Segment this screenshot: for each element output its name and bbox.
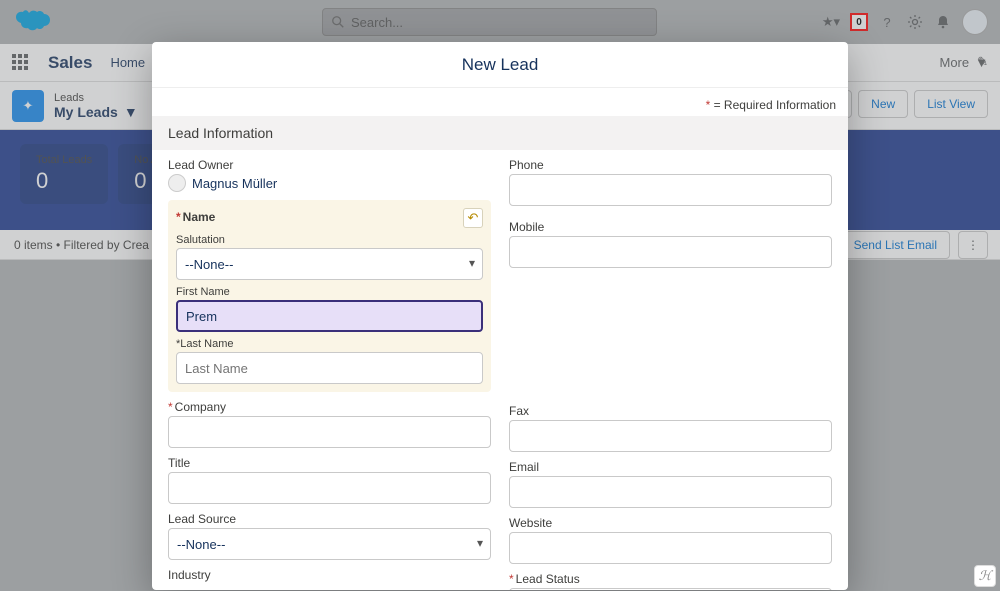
email-input[interactable] <box>509 476 832 508</box>
first-name-input[interactable] <box>176 300 483 332</box>
corner-widget-icon[interactable]: ℋ <box>974 565 996 587</box>
industry-label: Industry <box>168 568 491 582</box>
lead-owner-label: Lead Owner <box>168 158 491 172</box>
undo-name-icon[interactable]: ↶ <box>463 208 483 228</box>
email-label: Email <box>509 460 832 474</box>
title-input[interactable] <box>168 472 491 504</box>
title-label: Title <box>168 456 491 470</box>
salutation-select[interactable]: --None-- <box>176 248 483 280</box>
website-label: Website <box>509 516 832 530</box>
name-compound-field: *Name ↶ Salutation --None-- First Name *… <box>168 200 491 392</box>
leadsource-select[interactable]: --None-- <box>168 528 491 560</box>
lead-owner-value: Magnus Müller <box>192 176 277 191</box>
name-label: Name <box>183 210 216 224</box>
section-lead-info: Lead Information <box>152 116 848 150</box>
mobile-input[interactable] <box>509 236 832 268</box>
last-name-input[interactable] <box>176 352 483 384</box>
leadstatus-select[interactable]: Open - Not Contacted <box>509 588 832 590</box>
owner-avatar-icon <box>168 174 186 192</box>
salutation-label: Salutation <box>176 234 483 246</box>
first-name-label: First Name <box>176 286 483 298</box>
company-label: Company <box>175 400 226 414</box>
company-input[interactable] <box>168 416 491 448</box>
new-lead-modal: New Lead * = Required Information Lead I… <box>152 42 848 590</box>
fax-input[interactable] <box>509 420 832 452</box>
leadstatus-label: Lead Status <box>516 572 580 586</box>
mobile-label: Mobile <box>509 220 832 234</box>
fax-label: Fax <box>509 404 832 418</box>
modal-title: New Lead <box>152 42 848 88</box>
last-name-label: Last Name <box>180 338 233 350</box>
website-input[interactable] <box>509 532 832 564</box>
phone-label: Phone <box>509 158 832 172</box>
phone-input[interactable] <box>509 174 832 206</box>
required-info-note: * = Required Information <box>152 88 848 116</box>
leadsource-label: Lead Source <box>168 512 491 526</box>
